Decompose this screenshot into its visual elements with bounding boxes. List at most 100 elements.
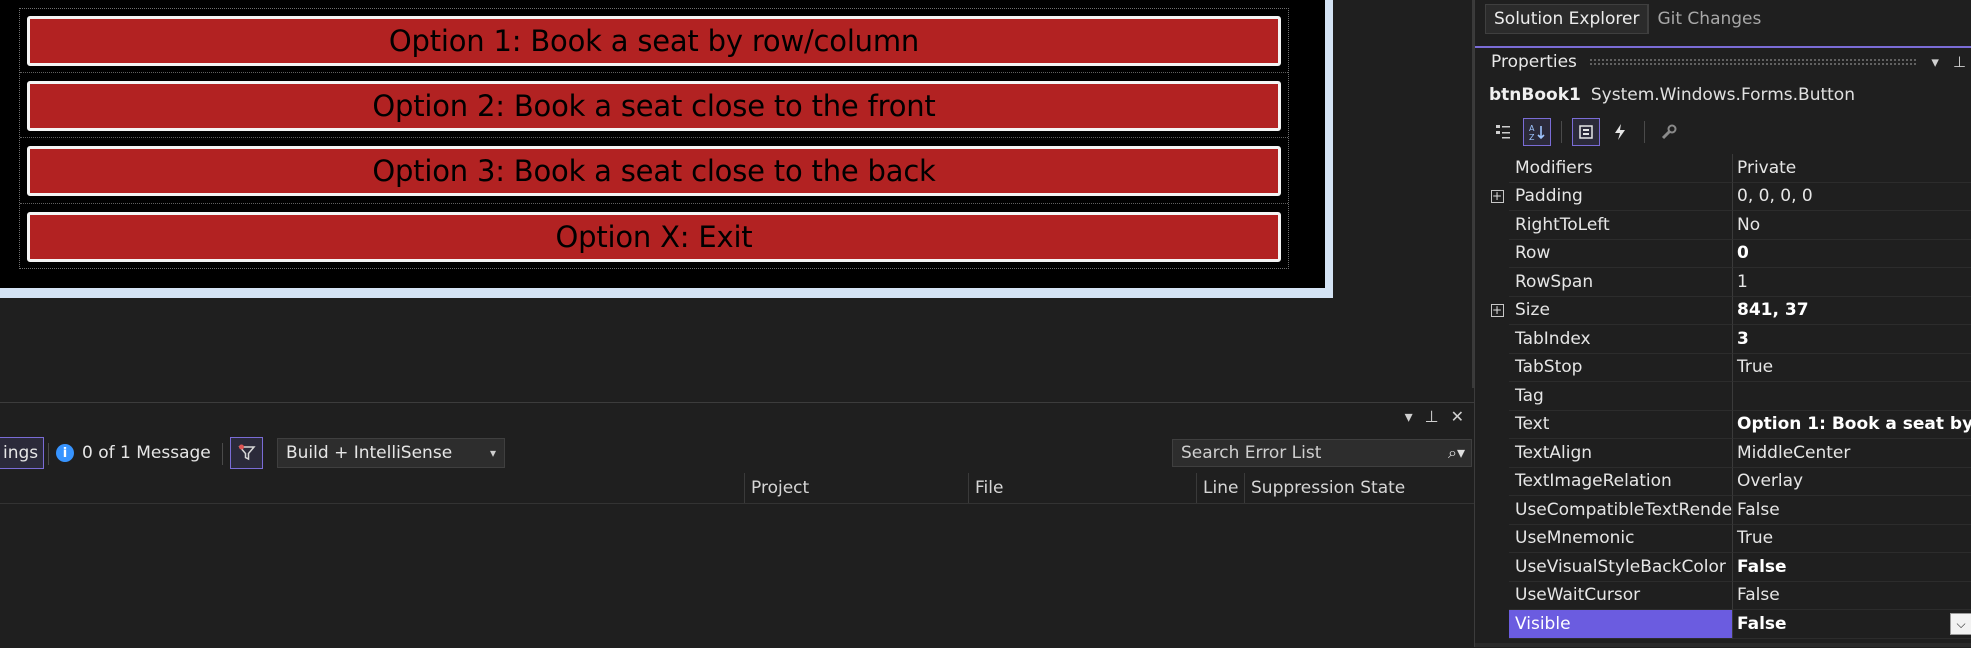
property-value[interactable]: True bbox=[1733, 354, 1971, 382]
object-type: System.Windows.Forms.Button bbox=[1590, 85, 1855, 105]
property-row-modifiers[interactable]: Modifiers Private bbox=[1485, 154, 1971, 183]
expand-plus-icon[interactable]: + bbox=[1490, 304, 1504, 318]
chevron-down-icon[interactable]: ▾ bbox=[1931, 53, 1939, 71]
warnings-filter-label: ings bbox=[3, 443, 39, 463]
property-value[interactable]: False bbox=[1733, 496, 1971, 525]
value-dropdown-chevron-icon[interactable]: ⌵ bbox=[1950, 613, 1971, 635]
tab-solution-explorer[interactable]: Solution Explorer bbox=[1485, 4, 1649, 34]
property-row-visible[interactable]: Visible False ⌵ bbox=[1485, 610, 1971, 639]
property-row-tag[interactable]: Tag bbox=[1485, 382, 1971, 411]
property-name[interactable]: RowSpan bbox=[1509, 268, 1733, 297]
property-row-usemnemonic[interactable]: UseMnemonic True bbox=[1485, 524, 1971, 553]
form-designer-surface[interactable]: Option 1: Book a seat by row/column Opti… bbox=[0, 0, 1474, 388]
property-row-text[interactable]: TextOption 1: Book a seat by row bbox=[1485, 410, 1971, 439]
property-value[interactable]: 0 bbox=[1733, 240, 1971, 268]
object-selector[interactable]: btnBook1 System.Windows.Forms.Button bbox=[1489, 84, 1855, 106]
property-value[interactable]: Option 1: Book a seat by row bbox=[1733, 411, 1971, 439]
property-value[interactable]: MiddleCenter bbox=[1733, 439, 1971, 468]
property-name[interactable]: UseMnemonic bbox=[1509, 524, 1733, 553]
property-row-textalign[interactable]: TextAlign MiddleCenter bbox=[1485, 439, 1971, 468]
chevron-down-icon[interactable]: ▾ bbox=[1405, 407, 1413, 426]
properties-title: Properties bbox=[1491, 52, 1577, 72]
property-row-righttoleft[interactable]: RightToLeft No bbox=[1485, 211, 1971, 240]
property-row-size[interactable]: + Size 841, 37 bbox=[1485, 296, 1971, 326]
search-placeholder: Search Error List bbox=[1181, 443, 1322, 463]
tab-git-changes[interactable]: Git Changes bbox=[1648, 4, 1769, 34]
property-value[interactable]: 3 bbox=[1733, 325, 1971, 354]
property-name[interactable]: Padding bbox=[1509, 182, 1733, 211]
option-3-button[interactable]: Option 3: Book a seat close to the back bbox=[27, 146, 1281, 196]
property-name[interactable]: TextImageRelation bbox=[1509, 467, 1733, 496]
messages-filter-label: 0 of 1 Message bbox=[82, 443, 211, 463]
property-name[interactable]: Tag bbox=[1509, 382, 1733, 411]
categorized-icon[interactable] bbox=[1489, 118, 1517, 146]
property-value[interactable] bbox=[1733, 382, 1971, 411]
column-header-suppression-state[interactable]: Suppression State bbox=[1244, 473, 1470, 503]
property-value[interactable]: No bbox=[1733, 211, 1971, 240]
property-row-row[interactable]: Row 0 bbox=[1485, 239, 1971, 268]
svg-text:Z: Z bbox=[1529, 133, 1535, 141]
pin-icon[interactable]: ⊥ bbox=[1425, 407, 1439, 426]
column-header-file[interactable]: File bbox=[968, 473, 1196, 503]
property-name[interactable]: TabStop bbox=[1509, 353, 1733, 382]
properties-view-icon[interactable] bbox=[1572, 118, 1600, 146]
property-value[interactable]: False bbox=[1733, 610, 1971, 639]
scope-dropdown[interactable]: Build + IntelliSense ▾ bbox=[277, 438, 505, 468]
property-value[interactable]: False bbox=[1733, 553, 1971, 582]
tool-window-tabs: Solution Explorer Git Changes bbox=[1485, 4, 1769, 34]
table-row-divider bbox=[20, 203, 1288, 204]
property-value[interactable]: 0, 0, 0, 0 bbox=[1733, 183, 1971, 211]
pin-icon[interactable]: ⊥ bbox=[1953, 53, 1966, 71]
events-lightning-icon[interactable] bbox=[1606, 118, 1634, 146]
search-icon[interactable]: ⌕▾ bbox=[1448, 443, 1465, 463]
property-row-textimagerelation[interactable]: TextImageRelation Overlay bbox=[1485, 467, 1971, 497]
column-header-line[interactable]: Line bbox=[1196, 473, 1244, 503]
property-row-gutter bbox=[1485, 468, 1509, 497]
property-value[interactable]: 841, 37 bbox=[1733, 297, 1971, 325]
property-name[interactable]: RightToLeft bbox=[1509, 211, 1733, 240]
property-value[interactable]: Overlay bbox=[1733, 468, 1971, 496]
property-row-padding[interactable]: + Padding 0, 0, 0, 0 bbox=[1485, 182, 1971, 211]
property-value[interactable]: Private bbox=[1733, 154, 1971, 183]
filter-button[interactable] bbox=[230, 437, 263, 469]
table-layout-panel[interactable]: Option 1: Book a seat by row/column Opti… bbox=[19, 8, 1289, 269]
property-name[interactable]: UseCompatibleTextRenderin bbox=[1509, 496, 1733, 525]
error-list-search-input[interactable]: Search Error List ⌕▾ bbox=[1172, 439, 1472, 467]
property-row-gutter: + bbox=[1485, 297, 1509, 326]
close-icon[interactable]: ✕ bbox=[1451, 407, 1464, 426]
property-row-usecompatibletextrenderin[interactable]: UseCompatibleTextRenderin False bbox=[1485, 496, 1971, 525]
property-row-gutter bbox=[1485, 325, 1509, 354]
property-name[interactable]: Modifiers bbox=[1509, 154, 1733, 183]
property-pages-wrench-icon[interactable] bbox=[1655, 118, 1683, 146]
property-value[interactable]: True bbox=[1733, 525, 1971, 553]
property-value[interactable]: False bbox=[1733, 582, 1971, 610]
object-name: btnBook1 bbox=[1489, 85, 1581, 105]
panel-bottom-edge bbox=[1475, 643, 1971, 647]
property-name[interactable]: Size bbox=[1509, 296, 1733, 325]
property-name[interactable]: UseWaitCursor bbox=[1509, 581, 1733, 610]
property-name[interactable]: TabIndex bbox=[1509, 325, 1733, 354]
property-value[interactable]: 1 bbox=[1733, 268, 1971, 297]
property-row-tabindex[interactable]: TabIndex 3 bbox=[1485, 325, 1971, 354]
property-name[interactable]: TextAlign bbox=[1509, 439, 1733, 468]
messages-filter-button[interactable]: i 0 of 1 Message bbox=[56, 437, 214, 469]
title-grip bbox=[1588, 58, 1918, 66]
option-2-button[interactable]: Option 2: Book a seat close to the front bbox=[27, 81, 1281, 131]
property-name[interactable]: Text bbox=[1509, 410, 1733, 439]
property-row-tabstop[interactable]: TabStop True bbox=[1485, 353, 1971, 382]
column-header-project[interactable]: Project bbox=[744, 473, 968, 503]
property-row-usevisualstylebackcolor[interactable]: UseVisualStyleBackColor False bbox=[1485, 553, 1971, 582]
property-name[interactable]: Row bbox=[1509, 239, 1733, 268]
property-row-rowspan[interactable]: RowSpan 1 bbox=[1485, 268, 1971, 297]
alphabetical-sort-icon[interactable]: AZ bbox=[1523, 118, 1551, 146]
option-x-exit-button[interactable]: Option X: Exit bbox=[27, 212, 1281, 262]
form-client-area: Option 1: Book a seat by row/column Opti… bbox=[0, 0, 1325, 288]
warnings-filter-button[interactable]: ings bbox=[0, 437, 44, 469]
option-1-button[interactable]: Option 1: Book a seat by row/column bbox=[27, 16, 1281, 66]
chevron-down-icon: ▾ bbox=[489, 446, 496, 460]
expand-plus-icon[interactable]: + bbox=[1490, 190, 1504, 204]
property-row-usewaitcursor[interactable]: UseWaitCursor False bbox=[1485, 581, 1971, 610]
property-name[interactable]: Visible bbox=[1509, 610, 1733, 639]
property-name[interactable]: UseVisualStyleBackColor bbox=[1509, 553, 1733, 582]
toolbar-divider bbox=[222, 443, 223, 465]
